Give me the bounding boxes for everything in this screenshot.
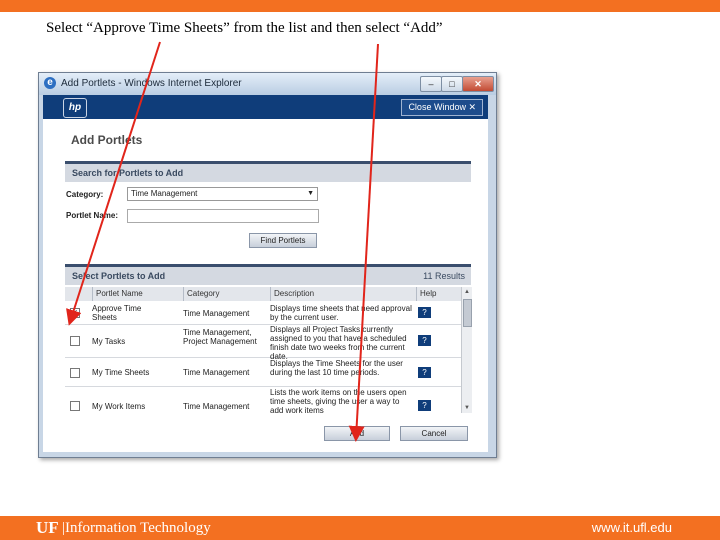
app-header: hp Close Window ✕ [43, 95, 488, 119]
column-help: Help [416, 287, 460, 301]
row-portlet-name: Approve Time Sheets [92, 304, 142, 322]
page-title: Add Portlets [71, 133, 143, 147]
row-portlet-name: My Tasks [92, 337, 126, 346]
results-section-heading: Select Portlets to Add 11 Results [65, 264, 471, 285]
hp-logo: hp [63, 98, 87, 118]
ie-browser-icon: e [44, 77, 56, 89]
window-title: Add Portlets - Windows Internet Explorer [61, 78, 242, 89]
table-row[interactable]: My Work Items Time Management Lists the … [65, 387, 461, 413]
row-portlet-name: My Work Items [92, 402, 146, 411]
footer-url: www.it.ufl.edu [591, 520, 672, 535]
row-description: Displays the Time Sheets for the user du… [270, 359, 403, 377]
results-count: 11 Results [423, 271, 465, 281]
scroll-down-icon[interactable]: ▼ [462, 403, 472, 413]
table-row[interactable]: My Time Sheets Time Management Displays … [65, 358, 461, 387]
category-label: Category: [66, 190, 104, 199]
row-checkbox-my-work-items[interactable] [70, 401, 80, 411]
table-header-row: Portlet Name Category Description Help [65, 287, 461, 301]
search-section-heading: Search for Portlets to Add [65, 161, 471, 182]
table-row[interactable]: ✓ Approve Time Sheets Time Management Di… [65, 302, 461, 325]
results-scrollbar[interactable]: ▲ ▼ [461, 287, 472, 413]
row-description: Displays all Project Tasks currently ass… [270, 325, 407, 361]
help-icon[interactable]: ? [418, 400, 431, 411]
column-category: Category [183, 287, 267, 301]
find-portlets-button[interactable]: Find Portlets [249, 233, 317, 248]
category-select[interactable]: Time Management ▼ [127, 187, 318, 201]
row-description: Lists the work items on the users open t… [270, 388, 407, 413]
column-description: Description [270, 287, 414, 301]
portlet-name-label: Portlet Name: [66, 211, 119, 220]
footer-department: |Information Technology [62, 520, 211, 536]
maximize-button[interactable]: □ [441, 76, 463, 92]
row-description: Displays time sheets that need approval … [270, 304, 412, 322]
row-category: Time Management [183, 368, 250, 377]
window-titlebar: e Add Portlets - Windows Internet Explor… [39, 73, 496, 95]
browser-window: e Add Portlets - Windows Internet Explor… [38, 72, 497, 458]
row-category: Time Management, Project Management [183, 328, 257, 346]
uf-logo: UF [36, 518, 59, 537]
instruction-text: Select “Approve Time Sheets” from the li… [46, 20, 443, 36]
top-accent-bar [0, 0, 720, 12]
close-window-button[interactable]: Close Window ✕ [401, 99, 483, 116]
header-checkbox-column [65, 287, 88, 301]
row-checkbox-my-tasks[interactable] [70, 336, 80, 346]
help-icon[interactable]: ? [418, 307, 431, 318]
scroll-up-icon[interactable]: ▲ [462, 287, 472, 297]
minimize-button[interactable]: – [420, 76, 442, 92]
row-checkbox-approve-time-sheets[interactable]: ✓ [70, 308, 80, 318]
page-content: Add Portlets Search for Portlets to Add … [43, 119, 488, 452]
row-category: Time Management [183, 402, 250, 411]
cancel-button[interactable]: Cancel [400, 426, 468, 441]
results-heading-text: Select Portlets to Add [72, 271, 166, 281]
row-checkbox-my-time-sheets[interactable] [70, 368, 80, 378]
table-row[interactable]: My Tasks Time Management, Project Manage… [65, 325, 461, 361]
category-select-value: Time Management [131, 189, 198, 198]
footer-bar: UF |Information Technology www.it.ufl.ed… [0, 516, 720, 540]
search-heading-text: Search for Portlets to Add [72, 168, 184, 178]
help-icon[interactable]: ? [418, 335, 431, 346]
column-portlet-name: Portlet Name [92, 287, 180, 301]
window-close-button[interactable]: ✕ [462, 76, 494, 92]
portlet-name-input[interactable] [127, 209, 319, 223]
scroll-thumb[interactable] [463, 299, 472, 327]
add-button[interactable]: Add [324, 426, 390, 441]
row-category: Time Management [183, 309, 250, 318]
help-icon[interactable]: ? [418, 367, 431, 378]
row-portlet-name: My Time Sheets [92, 368, 150, 377]
dropdown-arrow-icon: ▼ [307, 190, 314, 197]
